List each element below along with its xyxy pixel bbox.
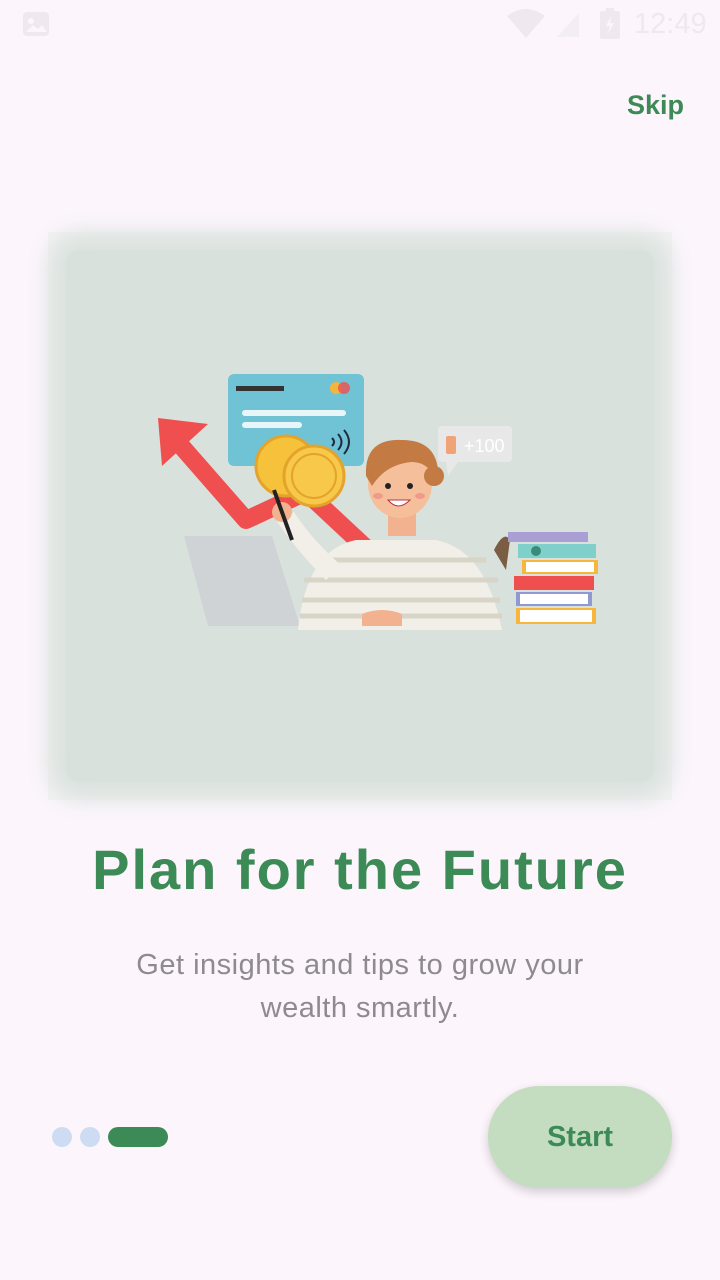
page-dot-3-active[interactable] bbox=[108, 1127, 168, 1147]
page-title: Plan for the Future bbox=[92, 838, 628, 901]
image-icon bbox=[23, 12, 49, 36]
start-button[interactable]: Start bbox=[488, 1086, 672, 1188]
page-subtitle: Get insights and tips to grow your wealt… bbox=[136, 949, 584, 1024]
hero-illustration: +100 bbox=[66, 250, 654, 782]
page-dot-1[interactable] bbox=[52, 1127, 72, 1147]
page-indicator bbox=[52, 1126, 182, 1148]
wifi-icon bbox=[507, 9, 545, 38]
status-time: 12:49 bbox=[634, 8, 707, 40]
books-icon bbox=[508, 532, 598, 624]
like-badge: +100 bbox=[438, 426, 512, 476]
signal-icon bbox=[557, 13, 579, 37]
page-dot-2[interactable] bbox=[80, 1127, 100, 1147]
hero-card: +100 bbox=[48, 232, 672, 800]
battery-icon bbox=[600, 8, 620, 39]
status-bar: 12:49 bbox=[0, 0, 720, 48]
skip-button[interactable]: Skip bbox=[627, 86, 684, 124]
finance-growth-illustration: +100 bbox=[158, 374, 598, 630]
like-count: +100 bbox=[464, 436, 505, 456]
